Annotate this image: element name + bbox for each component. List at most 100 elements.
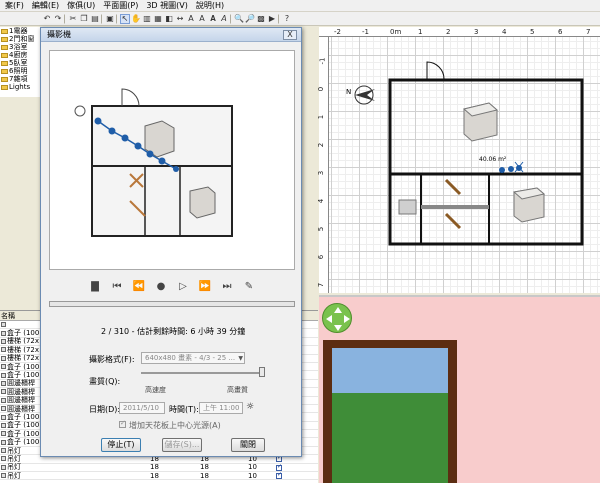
- stair[interactable]: [444, 178, 462, 196]
- catalog-category[interactable]: 2門和窗: [0, 35, 44, 43]
- create-dimensions-icon[interactable]: ↔: [175, 14, 185, 24]
- visible-checkbox[interactable]: [276, 471, 282, 480]
- redo-icon[interactable]: ↷: [53, 14, 63, 24]
- compass-icon[interactable]: N: [346, 85, 375, 105]
- stop-button[interactable]: 停止(T): [101, 438, 141, 452]
- quality-slider-track[interactable]: [141, 372, 265, 374]
- window-frame: [323, 340, 457, 483]
- catalog-category[interactable]: 3浴室: [0, 43, 44, 51]
- catalog-category[interactable]: 1電器: [0, 27, 44, 35]
- clear-path-icon[interactable]: ✎: [241, 279, 257, 293]
- pan-mode-icon[interactable]: ✋: [131, 14, 141, 24]
- furniture-icon: [1, 431, 6, 437]
- ruler-label: 0m: [390, 28, 402, 36]
- catalog-category[interactable]: 5臥室: [0, 59, 44, 67]
- menu-edit[interactable]: 編輯(E): [28, 0, 63, 12]
- catalog-category[interactable]: Lights: [0, 83, 44, 91]
- catalog-category[interactable]: 6照明: [0, 67, 44, 75]
- video-icon[interactable]: ▶: [267, 14, 277, 24]
- furniture-icon: [1, 364, 6, 370]
- visible-checkbox[interactable]: [276, 454, 282, 463]
- svg-text:N: N: [346, 88, 351, 96]
- furniture-icon: [1, 422, 6, 428]
- play-icon[interactable]: ▷: [175, 279, 191, 293]
- video-preview[interactable]: [49, 50, 295, 270]
- photo-icon[interactable]: ▩: [256, 14, 266, 24]
- visible-checkbox[interactable]: [276, 463, 282, 471]
- furniture-catalog-tree: 1電器 2門和窗 3浴室 4廚房 5臥室 6照明 7雜項 Lights: [0, 27, 45, 97]
- preview-plan-drawing: [74, 88, 233, 237]
- time-label: 時間(T):: [169, 405, 199, 414]
- recording-progress-bar: [49, 301, 295, 307]
- ceiling-light-label: 增加天花板上中心光源(A): [129, 421, 221, 430]
- stair[interactable]: [444, 212, 462, 230]
- chevron-down-icon: ▼: [238, 355, 243, 362]
- stop-icon[interactable]: ●: [153, 279, 169, 293]
- create-polylines-icon[interactable]: ◧: [164, 14, 174, 24]
- close-button[interactable]: 關閉: [231, 438, 265, 452]
- ceiling-light-checkbox[interactable]: [119, 419, 126, 428]
- copy-icon[interactable]: ❐: [79, 14, 89, 24]
- camera-icon[interactable]: [499, 161, 524, 173]
- menu-3d-view[interactable]: 3D 視圖(V): [142, 0, 192, 12]
- create-rooms-icon[interactable]: ▦: [153, 14, 163, 24]
- furniture-icon: [1, 380, 6, 386]
- quality-slider-thumb[interactable]: [259, 367, 265, 377]
- fast-forward-icon[interactable]: ⏩: [197, 279, 213, 293]
- box-furniture[interactable]: [462, 102, 499, 142]
- bold-icon[interactable]: 𝐀: [208, 14, 218, 24]
- toolbar-separator: [230, 13, 233, 24]
- wall-segment[interactable]: [421, 205, 489, 209]
- format-label: 攝影格式(F):: [89, 355, 135, 364]
- table-row[interactable]: 吊灯 18 18 10: [0, 463, 318, 473]
- furniture-icon: [1, 330, 6, 336]
- zoom-in-icon[interactable]: 🔍: [234, 14, 244, 24]
- row-depth-cell: 18: [200, 463, 209, 472]
- format-select[interactable]: 640x480 畫素 - 4/3 - 25 ... ▼: [141, 352, 245, 364]
- menu-furniture[interactable]: 傢俱(U): [63, 0, 99, 12]
- furniture-icon: [1, 439, 6, 445]
- furniture-icon: [1, 464, 6, 470]
- help-icon[interactable]: ?: [282, 14, 292, 24]
- save-button[interactable]: 儲存(S)...: [162, 438, 202, 452]
- rewind-icon[interactable]: ⏪: [131, 279, 147, 293]
- menu-help[interactable]: 說明(H): [192, 0, 228, 12]
- time-input[interactable]: 上午 11:00: [199, 402, 243, 414]
- add-text-icon[interactable]: A: [186, 14, 196, 24]
- toolbar-separator: [64, 13, 67, 24]
- skip-end-icon[interactable]: ⏭: [219, 279, 235, 293]
- create-walls-icon[interactable]: ▥: [142, 14, 152, 24]
- italic-icon[interactable]: 𝘈: [219, 14, 229, 24]
- skip-start-icon[interactable]: ⏮: [109, 279, 125, 293]
- ruler-label: -1: [362, 28, 369, 36]
- 3d-view[interactable]: [319, 295, 600, 483]
- ruler-horizontal: -2 -1 0m 1 2 3 4 5 6 7: [319, 27, 600, 37]
- furniture-icon: [1, 322, 6, 328]
- paste-icon[interactable]: ▤: [90, 14, 100, 24]
- date-input[interactable]: 2011/5/10: [119, 402, 165, 414]
- date-label: 日期(D):: [89, 405, 121, 414]
- select-mode-icon[interactable]: ↖: [120, 13, 130, 24]
- catalog-category[interactable]: 4廚房: [0, 51, 44, 59]
- folder-icon: [1, 52, 8, 58]
- cut-icon[interactable]: ✂: [68, 14, 78, 24]
- ruler-label: 2: [446, 28, 451, 36]
- add-furniture-icon[interactable]: ▣: [105, 14, 115, 24]
- furniture-icon: [1, 338, 6, 344]
- box-furniture[interactable]: [512, 187, 546, 223]
- menu-plan[interactable]: 平面圖(P): [99, 0, 142, 12]
- zoom-out-icon[interactable]: 🔎: [245, 14, 255, 24]
- close-icon[interactable]: X: [283, 30, 297, 40]
- menu-file[interactable]: 案(F): [1, 0, 28, 12]
- catalog-category[interactable]: 7雜項: [0, 75, 44, 83]
- box-furniture[interactable]: [398, 199, 417, 215]
- menu-bar: 案(F) 編輯(E) 傢俱(U) 平面圖(P) 3D 視圖(V) 說明(H): [0, 0, 600, 12]
- record-icon[interactable]: ▇: [87, 279, 103, 293]
- table-row[interactable]: 吊灯 18 18 10: [0, 471, 318, 481]
- furniture-icon: [1, 355, 6, 361]
- ruler-label: 6: [558, 28, 563, 36]
- navigation-arrows-icon[interactable]: [322, 303, 352, 333]
- text-style-icon[interactable]: A: [197, 14, 207, 24]
- sun-icon: ☼: [246, 402, 255, 412]
- undo-icon[interactable]: ↶: [42, 14, 52, 24]
